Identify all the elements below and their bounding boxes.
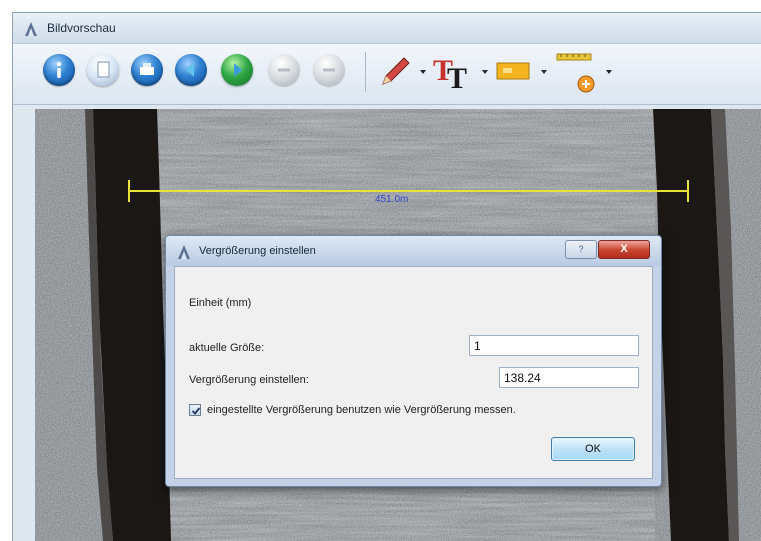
toolbar-separator	[365, 52, 366, 92]
measure-tool-icon	[556, 53, 595, 93]
zoom-out-icon	[278, 68, 290, 72]
magnification-dialog: Vergrößerung einstellen ? X Einheit (mm)…	[165, 235, 662, 487]
dialog-title: Vergrößerung einstellen	[199, 245, 316, 257]
measure-dropdown-arrow[interactable]	[606, 70, 612, 74]
ok-button[interactable]: OK	[551, 437, 635, 461]
close-icon: X	[620, 243, 628, 255]
current-size-label: aktuelle Größe:	[189, 342, 265, 354]
dialog-title-bar[interactable]: Vergrößerung einstellen ? X	[166, 236, 661, 266]
app-logo-icon	[25, 22, 37, 36]
fill-tool-button[interactable]	[493, 50, 533, 95]
fill-dropdown-arrow[interactable]	[541, 70, 547, 74]
use-magnification-label: eingestellte Vergrößerung benutzen wie V…	[207, 404, 516, 416]
checkmark-icon	[191, 407, 201, 415]
back-button[interactable]	[175, 54, 207, 86]
forward-button[interactable]	[221, 54, 253, 86]
pencil-icon	[382, 57, 410, 85]
svg-text:T: T	[447, 62, 467, 94]
color-fill-icon	[496, 62, 530, 80]
pencil-tool-button[interactable]	[375, 50, 415, 95]
zoom-out-button[interactable]	[268, 54, 300, 86]
measure-tool-button[interactable]	[553, 50, 603, 103]
dialog-body: Einheit (mm) aktuelle Größe: Vergrößerun…	[174, 266, 653, 479]
text-dropdown-arrow[interactable]	[482, 70, 488, 74]
magnification-input[interactable]	[499, 367, 639, 388]
help-button[interactable]: ?	[565, 240, 597, 259]
new-document-button[interactable]	[87, 54, 119, 86]
help-icon: ?	[578, 244, 584, 254]
info-icon	[56, 61, 62, 78]
text-tool-icon: T T	[433, 54, 467, 95]
print-button[interactable]	[131, 54, 163, 86]
toolbar: T T	[13, 44, 761, 105]
zoom-in-icon	[323, 68, 335, 72]
info-button[interactable]	[43, 54, 75, 86]
current-size-input[interactable]	[469, 335, 639, 356]
unit-label: Einheit (mm)	[189, 297, 252, 309]
text-tool-button[interactable]: T T	[431, 50, 477, 99]
use-magnification-checkbox[interactable]	[189, 404, 201, 416]
measurement-label: 451.0m	[375, 194, 409, 205]
print-icon	[140, 63, 154, 75]
title-bar[interactable]: Bildvorschau	[13, 13, 761, 44]
magnification-label: Vergrößerung einstellen:	[189, 374, 309, 386]
window-title: Bildvorschau	[47, 21, 116, 35]
new-document-icon	[97, 61, 110, 78]
dialog-logo-icon	[178, 245, 190, 259]
pencil-dropdown-arrow[interactable]	[420, 70, 426, 74]
zoom-in-button[interactable]	[313, 54, 345, 86]
close-button[interactable]: X	[598, 240, 650, 259]
back-icon	[186, 63, 194, 77]
forward-icon	[234, 63, 242, 77]
